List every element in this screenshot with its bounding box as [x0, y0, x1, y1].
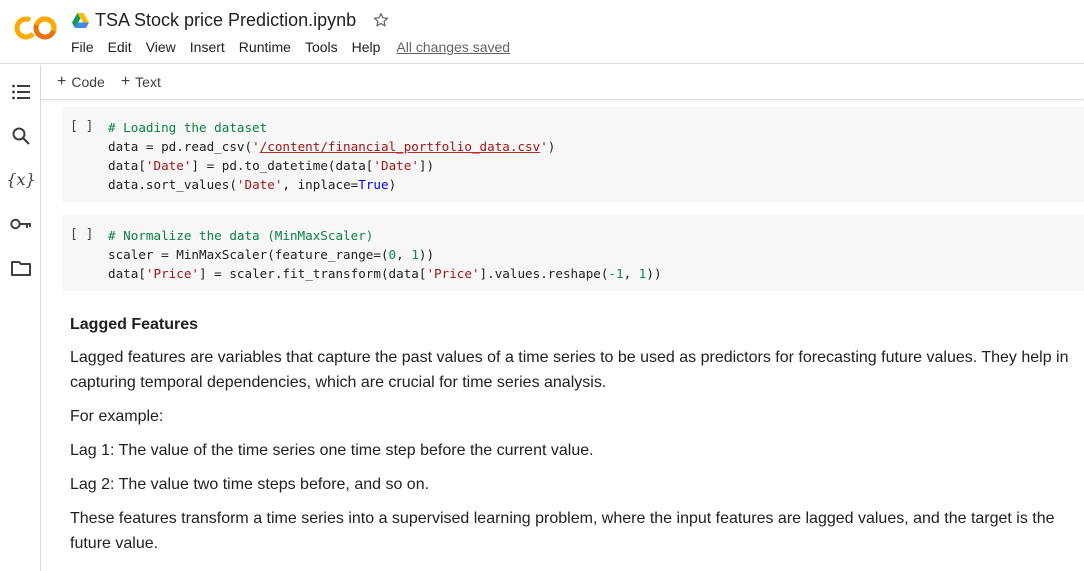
- add-code-label: Code: [71, 74, 105, 90]
- text-paragraph: For example:: [70, 408, 164, 425]
- code-token: )): [418, 247, 435, 262]
- save-status[interactable]: All changes saved: [396, 39, 510, 55]
- key-icon[interactable]: [10, 213, 32, 235]
- code-token: 0: [388, 247, 397, 262]
- menu-runtime[interactable]: Runtime: [239, 39, 291, 55]
- menu-file[interactable]: File: [71, 39, 94, 55]
- menu-edit[interactable]: Edit: [108, 39, 132, 55]
- code-token: -1: [608, 266, 624, 281]
- code-token: 'Date': [373, 158, 419, 173]
- code-token: # Loading the dataset: [108, 120, 268, 135]
- code-line: data['Price'] = scaler.fit_transform(dat…: [108, 264, 662, 283]
- code-token: 'Price': [426, 266, 480, 281]
- code-token: )): [646, 266, 662, 281]
- menu-view[interactable]: View: [146, 39, 176, 55]
- variables-icon[interactable]: {x}: [6, 168, 35, 190]
- code-token: data.sort_values(: [108, 177, 237, 192]
- notebook-toolbar: + Code + Text: [41, 65, 1084, 100]
- title-row: TSA Stock price Prediction.ipynb: [72, 9, 390, 31]
- text-paragraph: Lag 1: The value of the time series one …: [70, 442, 594, 459]
- star-icon[interactable]: [372, 11, 390, 29]
- code-token: True: [358, 177, 389, 192]
- add-text-button[interactable]: + Text: [121, 73, 161, 91]
- code-token: data = pd.read_csv(: [108, 139, 253, 154]
- menu-help[interactable]: Help: [352, 39, 381, 55]
- code-token: 1: [411, 247, 419, 262]
- colab-logo[interactable]: [14, 14, 58, 42]
- plus-icon: +: [57, 73, 67, 90]
- text-cell-heading: Lagged Features: [70, 316, 199, 333]
- code-token: 'Date': [236, 177, 283, 192]
- menu-bar: File Edit View Insert Runtime Tools Help…: [71, 39, 510, 55]
- run-cell-button[interactable]: [ ]: [70, 119, 93, 134]
- code-line: data['Date'] = pd.to_datetime(data['Date…: [108, 156, 555, 175]
- header: TSA Stock price Prediction.ipynb File Ed…: [0, 0, 1084, 64]
- run-cell-button[interactable]: [ ]: [70, 227, 93, 242]
- code-token: ].values.reshape(: [479, 266, 609, 281]
- code-token: scaler = MinMaxScaler(feature_range=(: [108, 247, 389, 262]
- code-line: scaler = MinMaxScaler(feature_range=(0, …: [108, 245, 662, 264]
- code-line: # Normalize the data (MinMaxScaler): [108, 226, 662, 245]
- code-token: # Normalize the data (MinMaxScaler): [108, 228, 374, 243]
- code-token: ): [547, 139, 556, 154]
- folder-icon[interactable]: [10, 257, 32, 279]
- text-paragraph: Lagged features are variables that captu…: [70, 349, 1069, 391]
- code-token: ] = pd.to_datetime(data[: [191, 158, 374, 173]
- code-line: data.sort_values('Date', inplace=True): [108, 175, 555, 194]
- code-token: /content/financial_portfolio_data.csv: [259, 139, 541, 154]
- google-drive-icon[interactable]: [72, 12, 89, 28]
- code-line: data = pd.read_csv('/content/financial_p…: [108, 137, 555, 156]
- code-cell[interactable]: [ ] # Normalize the data (MinMaxScaler) s…: [62, 215, 1084, 291]
- code-token: ': [252, 139, 260, 154]
- code-token: ': [540, 139, 548, 154]
- menu-insert[interactable]: Insert: [190, 39, 225, 55]
- add-code-button[interactable]: + Code: [57, 73, 105, 91]
- code-token: data[: [108, 158, 146, 173]
- text-paragraph: Lag 2: The value two time steps before, …: [70, 476, 430, 493]
- code-cell[interactable]: [ ] # Loading the dataset data = pd.read_…: [62, 107, 1084, 202]
- left-sidebar: {x}: [0, 65, 41, 571]
- code-token: data[: [108, 266, 146, 281]
- search-icon[interactable]: [10, 125, 32, 147]
- code-token: ,: [396, 247, 412, 262]
- code-token: ]): [418, 158, 435, 173]
- code-editor[interactable]: # Normalize the data (MinMaxScaler) scale…: [108, 226, 662, 283]
- code-line: # Loading the dataset: [108, 118, 555, 137]
- code-token: ] = scaler.fit_transform(data[: [199, 266, 427, 281]
- table-of-contents-icon[interactable]: [10, 81, 32, 103]
- menu-tools[interactable]: Tools: [305, 39, 338, 55]
- code-token: ): [388, 177, 397, 192]
- code-token: , inplace=: [282, 177, 359, 192]
- plus-icon: +: [120, 73, 131, 90]
- notebook-title[interactable]: TSA Stock price Prediction.ipynb: [95, 10, 356, 31]
- code-token: 'Price': [145, 266, 199, 281]
- code-editor[interactable]: # Loading the dataset data = pd.read_csv(…: [108, 118, 555, 194]
- text-paragraph: These features transform a time series i…: [70, 510, 1055, 552]
- add-text-label: Text: [135, 74, 161, 90]
- code-token: 'Date': [145, 158, 192, 173]
- text-cell[interactable]: Lagged Features Lagged features are vari…: [70, 312, 1075, 565]
- code-token: ,: [623, 266, 639, 281]
